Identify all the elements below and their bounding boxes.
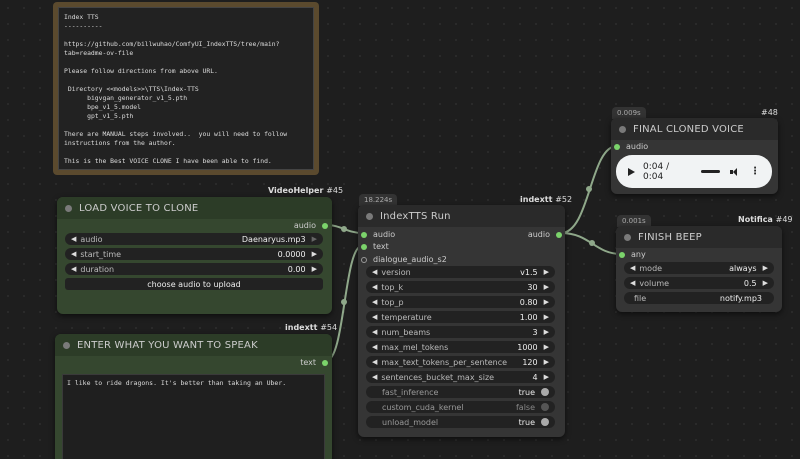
top-k-widget[interactable]: ◀ top_k 30 ▶ — [366, 281, 555, 293]
node-badge-indextts: indextt #52 — [520, 195, 573, 204]
collapse-dot-icon[interactable] — [63, 342, 70, 349]
output-pin-icon — [556, 231, 562, 238]
arrow-right-icon: ▶ — [311, 250, 317, 258]
start-time-widget[interactable]: ◀ start_time 0.0000 ▶ — [65, 248, 323, 260]
arrow-right-icon: ▶ — [543, 343, 549, 351]
arrow-left-icon: ◀ — [372, 358, 378, 366]
more-options-icon[interactable]: ⋮ — [750, 166, 760, 177]
output-audio-slot[interactable]: audio — [528, 230, 562, 239]
arrow-right-icon: ▶ — [311, 265, 317, 273]
fast-inference-toggle[interactable]: fast_inference true — [366, 386, 555, 398]
num-beams-widget[interactable]: ◀ num_beams 3 ▶ — [366, 326, 555, 338]
arrow-right-icon: ▶ — [543, 313, 549, 321]
collapse-dot-icon[interactable] — [619, 126, 626, 133]
load-voice-node[interactable]: LOAD VOICE TO CLONE audio ◀ audio Daenaryu… — [57, 197, 332, 314]
input-pin-icon — [619, 251, 625, 258]
input-pin-icon — [361, 243, 367, 250]
toggle-knob-icon — [541, 403, 549, 411]
wire-indextts-to-beep — [560, 232, 622, 255]
progress-bar[interactable] — [700, 170, 721, 173]
speak-textarea[interactable]: I like to ride dragons. It's better than… — [62, 374, 325, 459]
arrow-left-icon: ◀ — [372, 298, 378, 306]
file-widget[interactable]: file notify.mp3 — [624, 292, 774, 304]
version-widget[interactable]: ◀ version v1.5 ▶ — [366, 266, 555, 278]
node-badge-videohelper: VideoHelper #45 — [268, 186, 344, 195]
input-pin-icon — [614, 143, 620, 150]
arrow-left-icon: ◀ — [71, 250, 77, 258]
arrow-right-icon: ▶ — [543, 268, 549, 276]
output-text-slot[interactable]: text — [300, 358, 328, 367]
arrow-left-icon: ◀ — [630, 279, 636, 287]
input-pin-empty-icon — [361, 256, 367, 263]
toggle-knob-icon — [541, 388, 549, 396]
max-text-tokens-widget[interactable]: ◀ max_text_tokens_per_sentence 120 ▶ — [366, 356, 555, 368]
arrow-left-icon: ◀ — [372, 313, 378, 321]
wire-indextts-to-final — [560, 145, 618, 234]
volume-icon[interactable] — [730, 167, 740, 176]
arrow-right-icon: ▶ — [762, 279, 768, 287]
arrow-right-icon: ▶ — [762, 264, 768, 272]
indextts-run-node[interactable]: IndexTTS Run audio text dialogue_audio_s… — [358, 205, 565, 437]
max-mel-tokens-widget[interactable]: ◀ max_mel_tokens 1000 ▶ — [366, 341, 555, 353]
collapse-dot-icon[interactable] — [624, 234, 631, 241]
indextts-title[interactable]: IndexTTS Run — [358, 205, 565, 227]
arrow-left-icon: ◀ — [372, 283, 378, 291]
output-audio-slot[interactable]: audio — [294, 221, 328, 230]
play-icon[interactable] — [628, 167, 635, 176]
note-text[interactable]: Index TTS ---------- https://github.com/… — [58, 7, 314, 170]
speak-text-node[interactable]: ENTER WHAT YOU WANT TO SPEAK text I like… — [55, 334, 332, 459]
wire-voice-to-indextts — [326, 224, 363, 234]
input-dialogue-audio-slot[interactable]: dialogue_audio_s2 — [361, 255, 447, 264]
sentences-bucket-widget[interactable]: ◀ sentences_bucket_max_size 4 ▶ — [366, 371, 555, 383]
input-text-slot[interactable]: text — [361, 242, 389, 251]
arrow-left-icon: ◀ — [372, 373, 378, 381]
input-audio-slot[interactable]: audio — [614, 142, 648, 151]
collapse-dot-icon[interactable] — [65, 205, 72, 212]
toggle-knob-icon — [541, 418, 549, 426]
input-any-slot[interactable]: any — [619, 250, 646, 259]
arrow-left-icon: ◀ — [630, 264, 636, 272]
final-voice-title[interactable]: FINAL CLONED VOICE — [611, 118, 778, 140]
player-time: 0:04 / 0:04 — [643, 161, 670, 182]
top-p-widget[interactable]: ◀ top_p 0.80 ▶ — [366, 296, 555, 308]
audio-file-widget[interactable]: ◀ audio Daenaryus.mp3 ▶ — [65, 233, 323, 245]
speak-title[interactable]: ENTER WHAT YOU WANT TO SPEAK — [55, 334, 332, 356]
temperature-widget[interactable]: ◀ temperature 1.00 ▶ — [366, 311, 555, 323]
output-pin-icon — [322, 222, 328, 229]
arrow-left-icon: ◀ — [372, 343, 378, 351]
output-pin-icon — [322, 359, 328, 366]
finish-beep-node[interactable]: FINISH BEEP any ◀ mode always ▶ ◀ volume 0.5 ▶… — [616, 226, 782, 312]
instructions-note[interactable]: Index TTS ---------- https://github.com/… — [53, 2, 319, 175]
finish-beep-title[interactable]: FINISH BEEP — [616, 226, 782, 248]
arrow-right-icon: ▶ — [543, 328, 549, 336]
arrow-left-icon: ◀ — [71, 235, 77, 243]
choose-audio-button[interactable]: choose audio to upload — [65, 278, 323, 290]
node-badge-speak: indextt #54 — [285, 323, 338, 332]
node-badge-final: #48 — [761, 108, 778, 117]
arrow-right-icon: ▶ — [311, 235, 317, 243]
load-voice-title[interactable]: LOAD VOICE TO CLONE — [57, 197, 332, 219]
arrow-left-icon: ◀ — [71, 265, 77, 273]
arrow-right-icon: ▶ — [543, 298, 549, 306]
audio-player[interactable]: 0:04 / 0:04 ⋮ — [616, 155, 772, 188]
arrow-right-icon: ▶ — [543, 283, 549, 291]
custom-cuda-kernel-toggle[interactable]: custom_cuda_kernel false — [366, 401, 555, 413]
mode-widget[interactable]: ◀ mode always ▶ — [624, 262, 774, 274]
arrow-left-icon: ◀ — [372, 268, 378, 276]
arrow-right-icon: ▶ — [543, 373, 549, 381]
arrow-right-icon: ▶ — [543, 358, 549, 366]
node-badge-beep: Notifica #49 — [738, 215, 793, 224]
volume-widget[interactable]: ◀ volume 0.5 ▶ — [624, 277, 774, 289]
duration-widget[interactable]: ◀ duration 0.00 ▶ — [65, 263, 323, 275]
arrow-left-icon: ◀ — [372, 328, 378, 336]
input-pin-icon — [361, 231, 367, 238]
collapse-dot-icon[interactable] — [366, 213, 373, 220]
input-audio-slot[interactable]: audio — [361, 230, 395, 239]
unload-model-toggle[interactable]: unload_model true — [366, 416, 555, 428]
